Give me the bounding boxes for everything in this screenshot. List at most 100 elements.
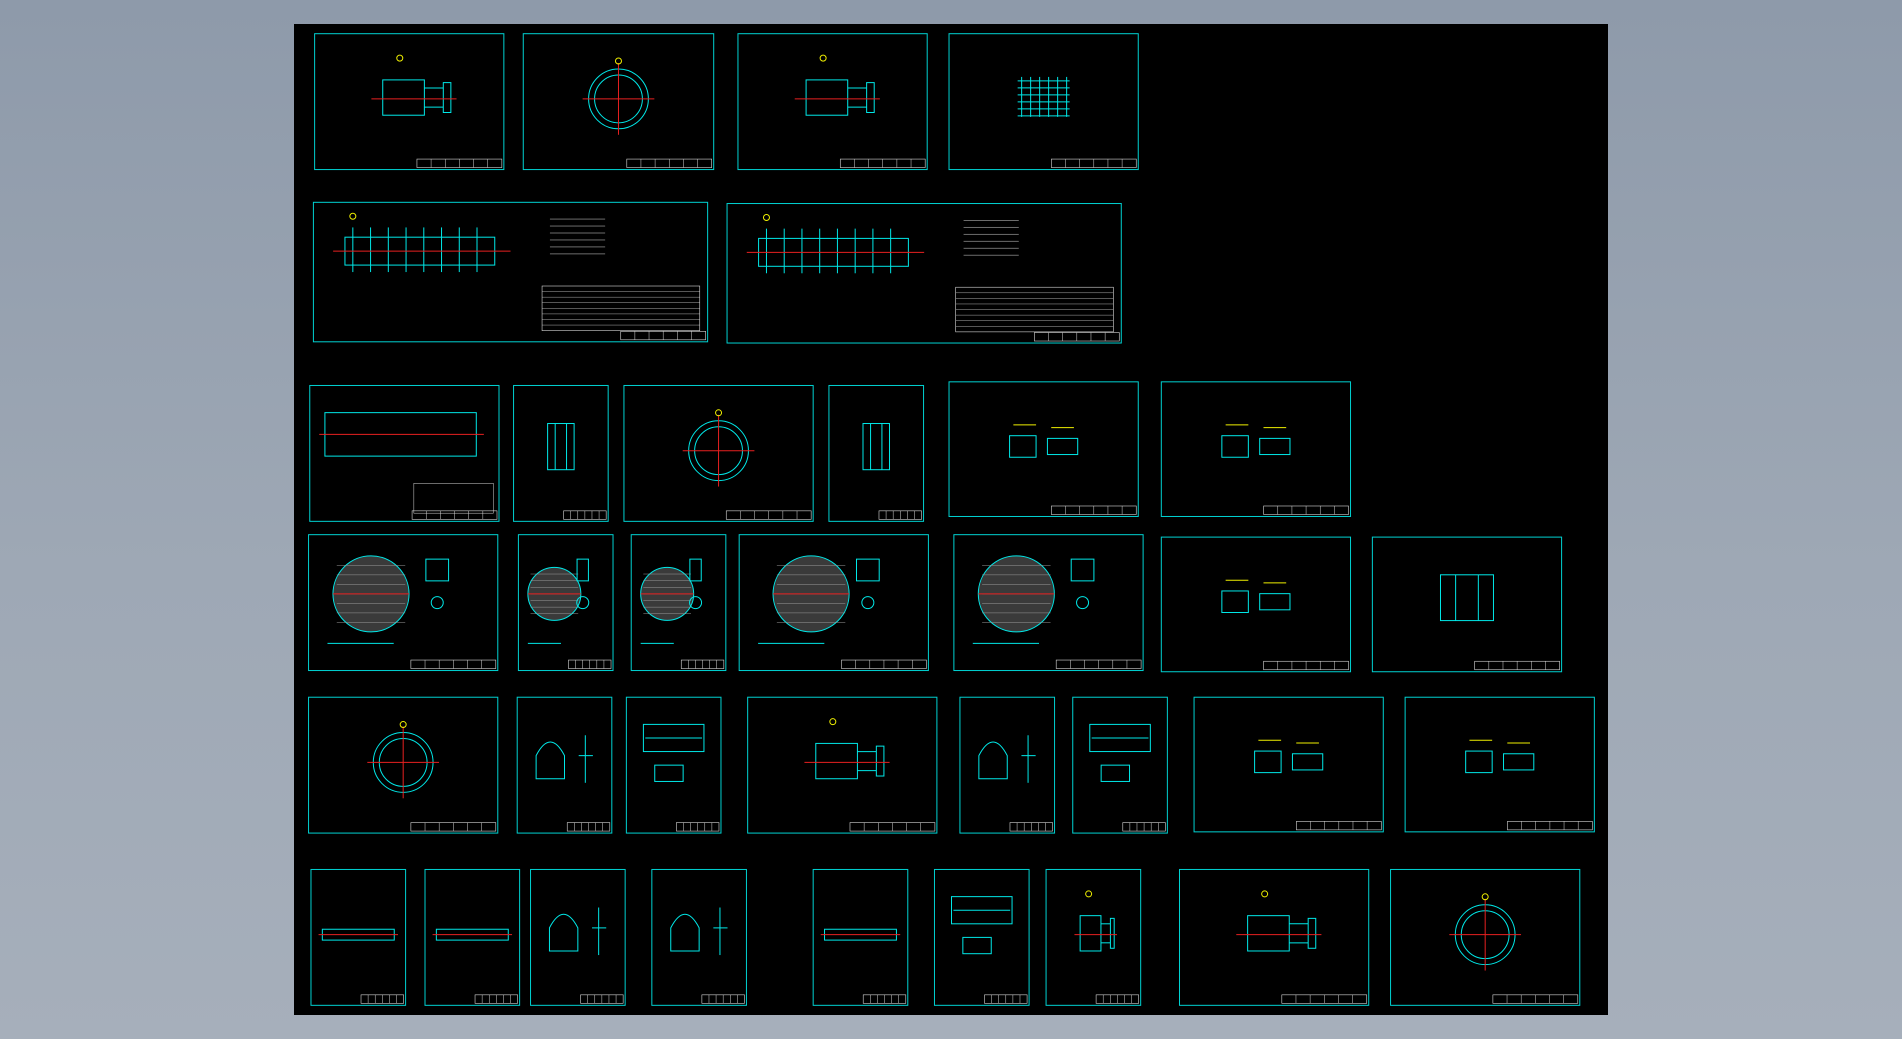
title-block <box>360 994 404 1004</box>
part-a <box>1465 750 1493 774</box>
sheet-geometry <box>548 907 607 956</box>
sheet-border <box>424 868 521 1006</box>
sheet-geometry <box>1449 893 1522 971</box>
sheet-geometry <box>642 723 705 782</box>
flange <box>866 82 875 114</box>
title-block <box>984 994 1028 1004</box>
title-block <box>1474 660 1560 671</box>
title-block <box>1009 822 1053 832</box>
drawing-sheet <box>630 534 727 672</box>
sheet-border <box>1160 536 1352 673</box>
part-a <box>1009 435 1037 458</box>
part-body <box>547 423 575 471</box>
sheet-geometry <box>978 735 1036 783</box>
title-block <box>1296 821 1382 831</box>
sheet-geometry <box>1254 739 1324 774</box>
detail-box <box>962 936 992 955</box>
sheet-border <box>726 203 1122 344</box>
drawing-sheet <box>651 868 747 1006</box>
sheet-geometry <box>951 896 1013 955</box>
sheet-border <box>812 868 909 1006</box>
sheet-border <box>1045 868 1142 1006</box>
sheet-geometry <box>367 721 440 799</box>
drawing-sheet <box>308 696 499 834</box>
drawing-sheet <box>1160 381 1352 517</box>
sheet-border <box>1193 696 1384 833</box>
cad-model-space[interactable] <box>294 24 1608 1015</box>
title-block <box>1034 332 1120 342</box>
sheet-geometry <box>758 555 880 644</box>
sheet-geometry <box>547 423 575 471</box>
sheet-geometry <box>1236 890 1322 952</box>
drawing-sheet <box>424 868 521 1006</box>
bracket-outline <box>548 913 579 952</box>
part-a <box>1254 750 1282 774</box>
title-block <box>411 510 498 520</box>
title-block <box>1492 994 1579 1004</box>
drawing-sheet <box>1404 696 1595 833</box>
part-body <box>862 423 890 471</box>
title-block <box>676 822 720 832</box>
balloon-marker <box>1085 890 1093 898</box>
drawing-sheet <box>738 534 929 672</box>
part-body <box>1439 574 1494 622</box>
part-b <box>1503 753 1535 771</box>
bracket-outline <box>670 913 700 952</box>
sheet-border <box>1178 868 1370 1006</box>
drawing-sheets <box>308 33 1595 1006</box>
drawing-sheet <box>812 868 909 1006</box>
sheet-geometry <box>327 555 450 644</box>
drawing-sheet <box>948 33 1139 171</box>
body <box>815 742 858 780</box>
sheet-geometry <box>820 928 901 941</box>
title-block <box>580 994 624 1004</box>
detail-circle <box>861 596 875 610</box>
sheet-geometry <box>1017 76 1070 117</box>
drawing-sheet <box>747 696 938 834</box>
drawing-sheet <box>828 384 925 522</box>
balloon-marker <box>829 718 837 726</box>
drawing-sheet <box>953 534 1144 672</box>
sheet-geometry <box>1009 424 1079 458</box>
title-block <box>1281 994 1368 1004</box>
sheet-border <box>737 33 928 171</box>
parts-table <box>413 483 494 514</box>
drawing-sheet <box>314 33 505 171</box>
sheet-border <box>310 868 407 1006</box>
sheet-geometry <box>1074 890 1118 952</box>
balloon-marker <box>349 212 357 220</box>
title-block <box>841 659 927 669</box>
title-block <box>410 659 497 669</box>
part-a <box>1221 590 1249 614</box>
sheet-geometry <box>1221 424 1291 458</box>
title-block <box>878 510 922 520</box>
sheet-geometry <box>333 212 701 331</box>
part-b <box>1291 753 1324 771</box>
sheet-border <box>513 384 609 522</box>
drawing-sheet <box>959 696 1056 834</box>
balloon-marker <box>1261 890 1269 898</box>
sheet-geometry <box>804 718 890 780</box>
sheet-geometry <box>582 57 655 135</box>
title-block <box>626 158 713 168</box>
title-block <box>563 510 607 520</box>
drawing-sheet <box>737 33 928 171</box>
sheet-geometry <box>319 412 494 514</box>
sheet-geometry <box>746 213 1114 333</box>
detail-circle <box>1076 596 1090 610</box>
title-block <box>1051 505 1137 515</box>
title-block <box>725 510 812 520</box>
sheet-geometry <box>1089 723 1151 782</box>
sheet-border <box>1160 381 1352 517</box>
drawing-sheet <box>933 868 1030 1006</box>
detail-box <box>1100 764 1131 782</box>
sheet-geometry <box>862 423 890 471</box>
balloon-marker <box>762 213 770 221</box>
title-block <box>839 158 926 168</box>
drawing-sheet <box>1193 696 1384 833</box>
detail-box <box>855 558 880 582</box>
flange <box>875 745 885 777</box>
sheet-border <box>1371 536 1563 673</box>
title-block <box>1055 659 1142 669</box>
detail-circle <box>430 596 444 610</box>
